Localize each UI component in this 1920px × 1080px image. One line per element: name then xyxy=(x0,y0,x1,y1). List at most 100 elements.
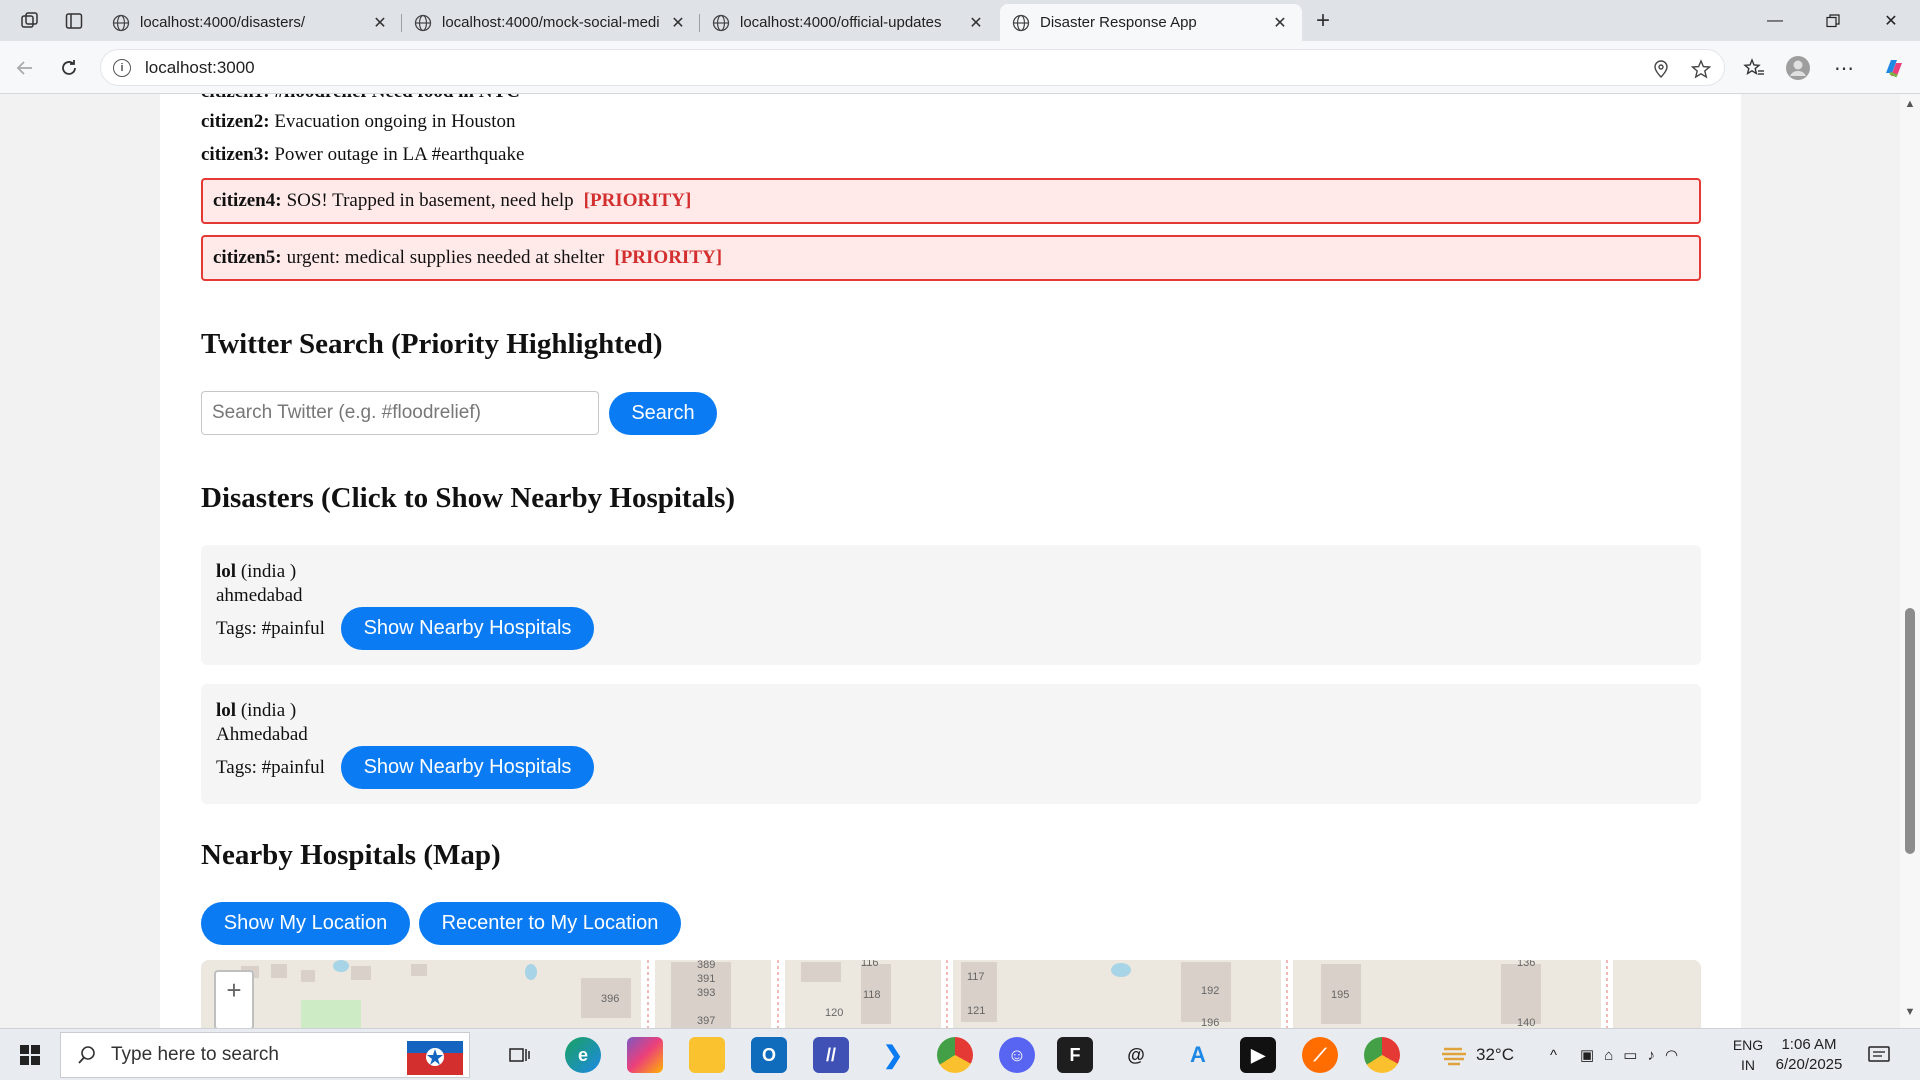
disaster-tags: Tags: #painful xyxy=(216,757,325,778)
map-label: 118 xyxy=(863,989,881,1001)
hospitals-map[interactable]: 389 391 393 397 396 116 118 120 117 121 … xyxy=(201,960,1701,1028)
discord-icon[interactable]: ☺ xyxy=(999,1037,1035,1073)
vscode-icon[interactable]: ❯ xyxy=(875,1037,911,1073)
disasters-heading: Disasters (Click to Show Nearby Hospital… xyxy=(201,482,736,514)
back-arrow-icon[interactable] xyxy=(10,53,40,83)
globe-icon xyxy=(712,14,730,31)
clock-date: 6/20/2025 xyxy=(1775,1056,1843,1073)
show-nearby-hospitals-button[interactable]: Show Nearby Hospitals xyxy=(341,746,594,789)
workspaces-icon[interactable] xyxy=(16,7,44,35)
page-scrollbar[interactable]: ▲ ▼ xyxy=(1900,94,1920,1028)
vertical-tabs-icon[interactable] xyxy=(60,7,88,35)
tab-title: Disaster Response App xyxy=(1040,14,1197,31)
windows-start-icon[interactable] xyxy=(10,1039,50,1071)
globe-icon xyxy=(112,14,130,31)
tab-disasters[interactable]: localhost:4000/disasters/ ✕ xyxy=(100,4,402,41)
restore-button[interactable] xyxy=(1804,0,1862,41)
close-tab-icon[interactable]: ✕ xyxy=(966,13,986,33)
favorite-star-icon[interactable] xyxy=(1686,50,1716,87)
scroll-down-arrow-icon[interactable]: ▼ xyxy=(1904,1006,1916,1018)
map-label: 196 xyxy=(1201,1017,1219,1028)
disaster-location: Ahmedabad xyxy=(216,724,308,745)
twitter-search-input[interactable] xyxy=(201,391,599,435)
site-info-icon[interactable]: i xyxy=(113,58,131,77)
disaster-country: (india ) xyxy=(240,561,297,582)
priority-badge: [PRIORITY] xyxy=(614,247,723,268)
weather-widget[interactable]: 32°C xyxy=(1440,1029,1514,1080)
map-tiles: 389 391 393 397 396 116 118 120 117 121 … xyxy=(201,960,1701,1028)
tab-title: localhost:4000/disasters/ xyxy=(140,14,306,31)
twitter-search-heading: Twitter Search (Priority Highlighted) xyxy=(201,328,663,360)
post-text: urgent: medical supplies needed at shelt… xyxy=(286,247,605,268)
map-label: 391 xyxy=(697,973,715,985)
battery-icon[interactable]: ▭ xyxy=(1623,1046,1637,1064)
map-label: 396 xyxy=(601,993,619,1005)
disaster-title-line: lol (india ) xyxy=(216,700,296,722)
address-toolbar: i localhost:3000 ⋯ xyxy=(0,41,1920,94)
translate-app-icon[interactable]: A xyxy=(1180,1037,1216,1073)
volume-icon[interactable]: ♪ xyxy=(1647,1047,1655,1064)
outlook-icon[interactable]: O xyxy=(751,1037,787,1073)
tab-title: localhost:4000/mock-social-medi xyxy=(442,14,660,31)
map-label: 136 xyxy=(1517,960,1535,969)
close-tab-icon[interactable]: ✕ xyxy=(1270,13,1290,33)
system-tray-icons[interactable]: ▣ ⌂ ▭ ♪ ◠ xyxy=(1580,1029,1678,1080)
tab-title: localhost:4000/official-updates xyxy=(740,14,942,31)
disaster-title: lol xyxy=(216,700,237,721)
tab-mock-social-media[interactable]: localhost:4000/mock-social-medi ✕ xyxy=(402,4,700,41)
search-icon xyxy=(78,1046,95,1064)
close-tab-icon[interactable]: ✕ xyxy=(668,13,688,33)
map-label: 397 xyxy=(697,1015,715,1027)
chrome-icon[interactable] xyxy=(937,1037,973,1073)
figma-icon[interactable]: F xyxy=(1057,1037,1093,1073)
new-tab-button[interactable]: + xyxy=(1308,6,1338,36)
more-options-icon[interactable]: ⋯ xyxy=(1828,53,1860,83)
codelab-app-icon[interactable]: // xyxy=(813,1037,849,1073)
chrome-profile-icon[interactable] xyxy=(1364,1037,1400,1073)
file-explorer-icon[interactable] xyxy=(689,1037,725,1073)
twitter-search-button[interactable]: Search xyxy=(609,392,717,435)
show-nearby-hospitals-button[interactable]: Show Nearby Hospitals xyxy=(341,607,594,650)
language-indicator[interactable]: ENG IN xyxy=(1728,1035,1768,1075)
meet-now-icon[interactable]: ▣ xyxy=(1580,1046,1594,1064)
postman-icon[interactable]: ⟋ xyxy=(1302,1037,1338,1073)
profile-avatar-icon[interactable] xyxy=(1782,53,1814,83)
location-pin-icon[interactable] xyxy=(1646,50,1676,87)
notifications-icon[interactable] xyxy=(1868,1029,1890,1080)
tab-official-updates[interactable]: localhost:4000/official-updates ✕ xyxy=(700,4,998,41)
url-text: localhost:3000 xyxy=(145,57,255,77)
tray-chevron-icon[interactable]: ^ xyxy=(1550,1029,1557,1080)
scrollbar-thumb[interactable] xyxy=(1905,608,1915,854)
lang-region: IN xyxy=(1741,1057,1755,1073)
copilot-app-icon[interactable] xyxy=(627,1037,663,1073)
notion-like-icon[interactable]: @ xyxy=(1118,1037,1154,1073)
disaster-tags: Tags: #painful xyxy=(216,618,325,639)
tab-disaster-response-app[interactable]: Disaster Response App ✕ xyxy=(1000,4,1302,41)
system-clock[interactable]: 1:06 AM 6/20/2025 xyxy=(1764,1035,1854,1075)
globe-icon xyxy=(414,14,432,31)
disaster-country: (india ) xyxy=(240,700,297,721)
page-viewport: citizen1: #floodrelief Need food in NYC … xyxy=(0,94,1920,1028)
wifi-icon[interactable]: ◠ xyxy=(1665,1046,1678,1064)
show-my-location-button[interactable]: Show My Location xyxy=(201,902,410,945)
network-icon[interactable]: ⌂ xyxy=(1604,1047,1613,1064)
post-user: citizen2: xyxy=(201,111,270,132)
app-container: citizen1: #floodrelief Need food in NYC … xyxy=(160,94,1741,1028)
map-zoom-in-button[interactable]: + xyxy=(214,970,254,1028)
copilot-icon[interactable] xyxy=(1878,53,1910,83)
task-view-icon[interactable] xyxy=(502,1037,538,1073)
refresh-icon[interactable] xyxy=(54,53,84,83)
scroll-up-arrow-icon[interactable]: ▲ xyxy=(1904,98,1916,110)
minimize-button[interactable]: — xyxy=(1746,0,1804,41)
close-tab-icon[interactable]: ✕ xyxy=(370,13,390,33)
browser-tab-bar: localhost:4000/disasters/ ✕ localhost:40… xyxy=(0,0,1920,41)
disaster-title: lol xyxy=(216,561,237,582)
taskbar-search-box[interactable]: Type here to search xyxy=(60,1032,470,1078)
recenter-location-button[interactable]: Recenter to My Location xyxy=(419,902,681,945)
terminal-app-icon[interactable]: ▶ xyxy=(1240,1037,1276,1073)
close-window-button[interactable]: ✕ xyxy=(1862,0,1920,41)
edge-browser-icon[interactable]: e xyxy=(565,1037,601,1073)
priority-badge: [PRIORITY] xyxy=(583,190,692,211)
address-bar[interactable]: i localhost:3000 xyxy=(100,49,1725,86)
favorites-icon[interactable] xyxy=(1738,53,1770,83)
